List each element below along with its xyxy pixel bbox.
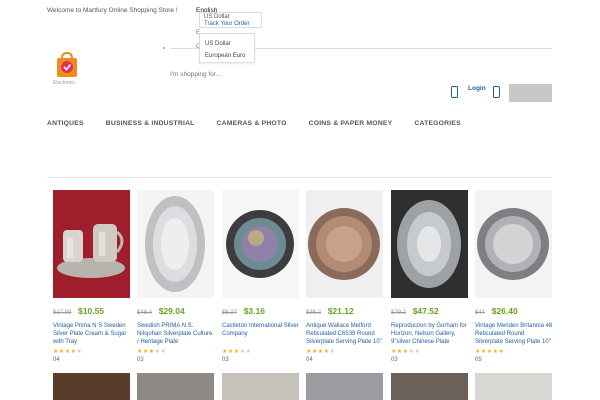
product-title[interactable]: Reproduction by Gorham for Horizon, Nels… [391, 322, 469, 346]
product-title[interactable]: Vintage Meriden Britannia 48 Reticulated… [475, 322, 553, 346]
main-navigation: ANTIQUES BUSINESS & INDUSTRIAL CAMERAS &… [47, 120, 483, 127]
star-rating: ★★★★★ [53, 349, 83, 355]
old-price: $79.2 [391, 310, 407, 316]
logo-caption: Electronic [53, 80, 75, 86]
search-input[interactable] [170, 68, 370, 80]
track-order-link[interactable]: Track Your Order [204, 21, 257, 28]
sale-price: $21.12 [327, 306, 354, 316]
old-price: $5.27 [222, 310, 238, 316]
product-card[interactable]: $44 $26.40 Vintage Meriden Britannia 48 … [475, 190, 552, 363]
product-image[interactable] [137, 373, 214, 400]
product-card[interactable]: $5.27 $3.16 Castleton International Silv… [222, 190, 299, 363]
welcome-message: Welcome to Martfury Online Shopping Stor… [47, 7, 178, 14]
old-price: $35.2 [306, 310, 322, 316]
sale-price: $29.04 [158, 306, 185, 316]
star-rating: ★★★★★ [137, 349, 167, 355]
nav-item-categories[interactable]: CATEGORIES [414, 120, 460, 127]
product-image[interactable] [306, 373, 383, 400]
mobile-phone-icon[interactable] [493, 86, 500, 98]
sale-price: $26.40 [491, 306, 518, 316]
product-title[interactable]: Vintage Prima N S Sweden Silver Plate Cr… [53, 322, 131, 346]
header-action-button[interactable] [509, 84, 552, 102]
product-card[interactable]: $35.2 $21.12 Antique Wallace Melford Ret… [306, 190, 383, 363]
product-image[interactable] [222, 373, 299, 400]
currency-option-usd[interactable]: US Dollar [204, 14, 257, 21]
product-image[interactable] [475, 373, 552, 400]
sale-price: $47.52 [412, 306, 439, 316]
product-image[interactable] [391, 373, 468, 400]
currency-option-eur[interactable]: European Euro [205, 50, 249, 62]
product-title[interactable]: Antique Wallace Melford Reticulated C653… [306, 322, 384, 346]
review-count: 04 [53, 357, 60, 363]
product-image[interactable] [475, 190, 552, 298]
product-title[interactable]: Swedish PRIMA N.S. Nilsjohan Silverplate… [137, 322, 215, 346]
section-divider [47, 177, 552, 178]
currency-dropdown: US Dollar European Euro [199, 33, 255, 63]
nav-item-business-industrial[interactable]: BUSINESS & INDUSTRIAL [106, 120, 195, 127]
star-rating: ★★★★★ [306, 349, 336, 355]
nav-item-cameras-photo[interactable]: CAMERAS & PHOTO [217, 120, 287, 127]
product-image[interactable] [137, 190, 214, 298]
old-price: $44 [475, 310, 486, 316]
product-image[interactable] [53, 190, 130, 298]
sale-price: $10.55 [78, 306, 105, 316]
review-count: 03 [137, 357, 144, 363]
review-count: 04 [306, 357, 313, 363]
star-rating: ★★★★★ [391, 349, 421, 355]
currency-option-usd[interactable]: US Dollar [205, 38, 249, 50]
nav-item-antiques[interactable]: ANTIQUES [47, 120, 84, 127]
product-card[interactable]: $79.2 $47.52 Reproduction by Gorham for … [391, 190, 468, 363]
old-price: $48.4 [137, 310, 153, 316]
product-title[interactable]: Castleton International Silver Company [222, 322, 300, 338]
login-link[interactable]: Login [468, 85, 486, 92]
star-rating: ★★★★★ [475, 349, 505, 355]
product-image[interactable] [306, 190, 383, 298]
shopping-bag-icon [57, 51, 77, 77]
review-count: 03 [391, 357, 398, 363]
product-image[interactable] [222, 190, 299, 298]
sale-price: $3.16 [243, 306, 265, 316]
currency-dropdown-top: US Dollar Track Your Order [199, 12, 262, 28]
star-rating: ★★★★★ [222, 349, 252, 355]
review-count: 03 [222, 357, 229, 363]
old-price: $17.59 [53, 310, 72, 316]
product-card[interactable]: $17.59 $10.55 Vintage Prima N S Sweden S… [53, 190, 130, 363]
review-count: 05 [475, 357, 482, 363]
product-image[interactable] [391, 190, 468, 298]
store-logo[interactable] [54, 51, 80, 79]
nav-item-coins-paper-money[interactable]: COINS & PAPER MONEY [309, 120, 393, 127]
separator-dot [163, 47, 165, 49]
product-card[interactable]: $48.4 $29.04 Swedish PRIMA N.S. Nilsjoha… [137, 190, 214, 363]
product-image[interactable] [53, 373, 130, 400]
mobile-phone-icon[interactable] [451, 86, 458, 98]
